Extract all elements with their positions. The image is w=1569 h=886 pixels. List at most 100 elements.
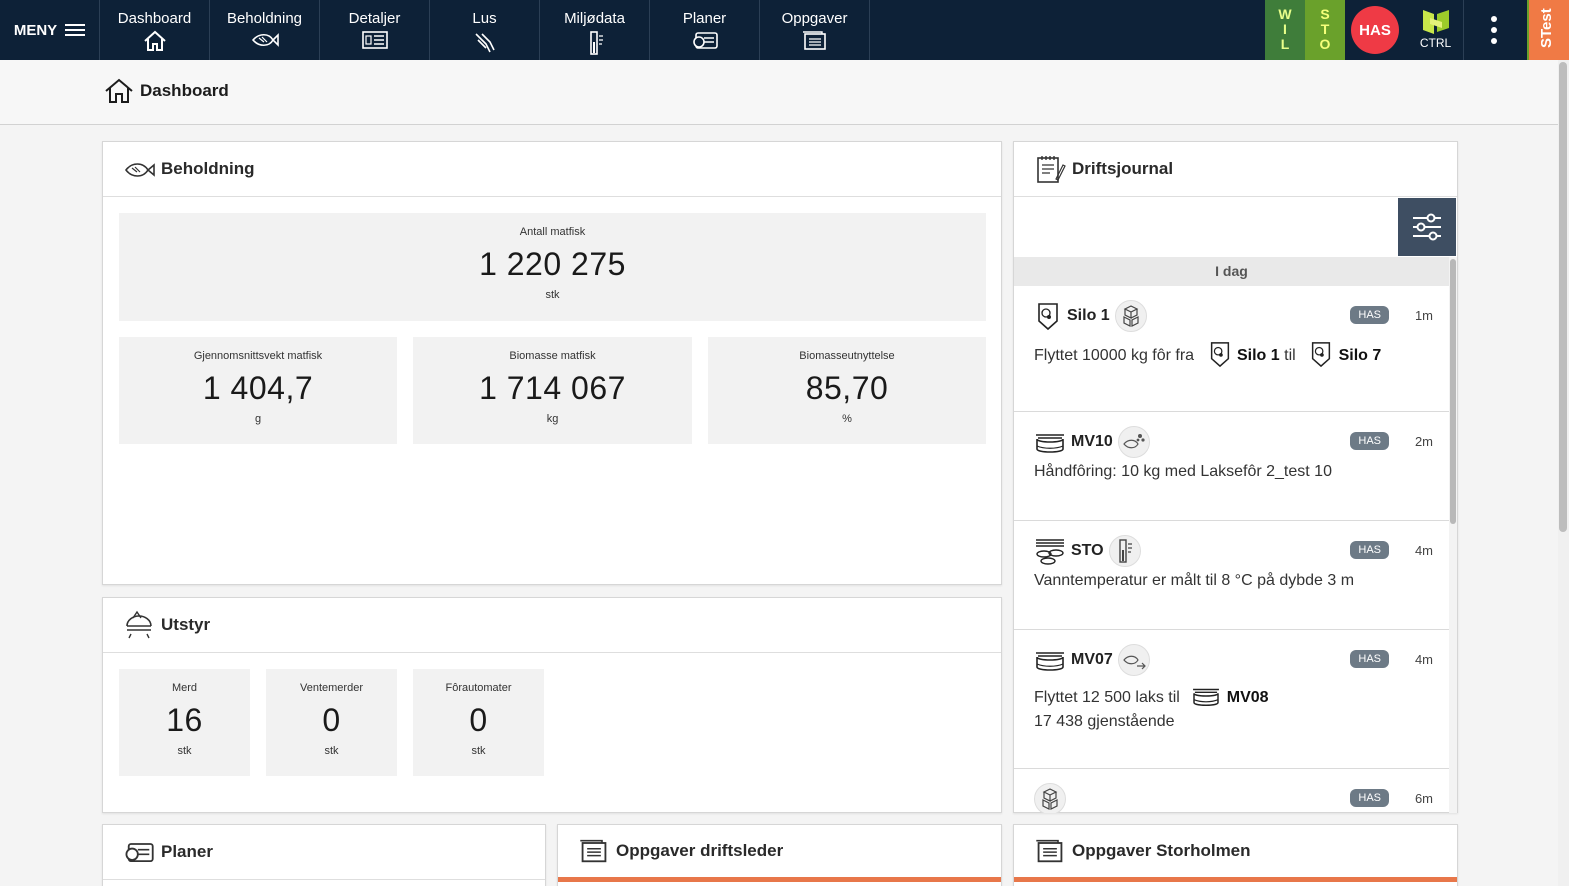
antall-matfisk-tile: Antall matfisk 1 220 275 stk: [119, 213, 986, 321]
journal-entry-user: HAS: [1350, 306, 1389, 324]
site-tag-wil-letter: I: [1283, 21, 1287, 37]
journal-entry[interactable]: Silo 1 HAS 1m Flyttet 10000 kg fôr fra S…: [1014, 286, 1449, 412]
tile-value: 0: [469, 702, 488, 738]
site-tag-sto-letter: T: [1320, 21, 1330, 37]
breadcrumb[interactable]: Dashboard: [104, 78, 229, 104]
journal-day-header: I dag: [1014, 257, 1449, 286]
menu-label: MENY: [13, 21, 58, 39]
journal-entry-time: 6m: [1414, 791, 1433, 806]
equipment-icon: [126, 610, 152, 639]
nav-detaljer-label: Detaljer: [348, 10, 401, 27]
nav-planer[interactable]: Planer: [650, 0, 760, 60]
feeding-icon: [1117, 426, 1150, 458]
journal-entry-user: HAS: [1350, 432, 1389, 450]
utstyr-card: Utstyr Merd 16 stk Ventemerder 0 stk Fôr…: [102, 597, 1002, 813]
tile-value: 1 404,7: [202, 370, 314, 406]
site-tag-wil[interactable]: W I L: [1265, 0, 1305, 60]
nav-miljodata[interactable]: Miljødata: [540, 0, 650, 60]
ctrl-button[interactable]: CTRL: [1408, 0, 1464, 60]
journal-entry-unit: MV10: [1071, 433, 1113, 450]
fish-icon: [124, 163, 155, 177]
plans-icon: [125, 843, 154, 863]
journal-entry-to: MV08: [1226, 689, 1269, 706]
nav-oppgaver[interactable]: Oppgaver: [760, 0, 870, 60]
menu-button[interactable]: MENY: [0, 0, 100, 60]
journal-entry-body: Håndfôring: 10 kg med Laksefôr 2_test 10: [1034, 460, 1431, 484]
oppgaver-driftsleder-card: Oppgaver driftsleder: [557, 824, 1002, 886]
tile-unit: g: [254, 413, 262, 425]
site-pens-icon: [1036, 539, 1064, 565]
feed-pellets-icon: [1034, 783, 1066, 813]
tile-label: Antall matfisk: [519, 226, 586, 238]
journal-entry[interactable]: STO HAS 4m Vanntemperatur er målt til 8 …: [1014, 521, 1449, 630]
journal-entry-unit: Silo 1: [1067, 307, 1110, 324]
journal-filter-button[interactable]: [1398, 198, 1456, 256]
ctrl-logo-icon: [1422, 10, 1449, 34]
details-card-icon: [361, 31, 388, 49]
tile-value: 1 714 067: [479, 370, 626, 406]
nav-lus-label: Lus: [472, 10, 497, 27]
site-tag-sto[interactable]: S T O: [1305, 0, 1345, 60]
journal-entry-time: 4m: [1414, 652, 1433, 667]
site-tag-sto-letter: O: [1319, 36, 1331, 52]
tile-label: Fôrautomater: [445, 682, 512, 694]
user-avatar[interactable]: HAS: [1351, 6, 1399, 54]
journal-entry-body: Flyttet 10000 kg fôr fra Silo 1 til Silo…: [1034, 340, 1431, 368]
journal-entry[interactable]: MV10 HAS 2m Håndfôring: 10 kg med Laksef…: [1014, 412, 1449, 521]
tile-value: 1 220 275: [479, 246, 626, 282]
journal-entry-text: Håndfôring: 10 kg med Laksefôr 2_test 10: [1034, 463, 1332, 480]
tile-label: Ventemerder: [300, 682, 363, 694]
tile-label: Biomasse matfisk: [509, 350, 596, 362]
tile-label: Gjennomsnittsvekt matfisk: [193, 350, 323, 362]
utstyr-title: Utstyr: [161, 615, 211, 634]
journal-entry-header: Silo 1 HAS 1m: [1034, 300, 1433, 332]
tile-value: 85,70: [805, 370, 889, 406]
more-options-icon[interactable]: [1476, 0, 1512, 60]
nav-lus[interactable]: Lus: [430, 0, 540, 60]
journal-entry-text: Flyttet 12 500 laks til: [1034, 689, 1180, 706]
journal-entry-user: HAS: [1350, 789, 1389, 807]
journal-entry[interactable]: HAS 6m: [1014, 769, 1449, 813]
oppgaver-storholmen-title: Oppgaver Storholmen: [1072, 841, 1251, 860]
nav-planer-label: Planer: [682, 10, 727, 27]
lice-icon: [474, 33, 495, 53]
journal-entry-text: 17 438 gjenstående: [1034, 713, 1175, 730]
environment-label: STest: [1538, 8, 1555, 48]
nav-dashboard[interactable]: Dashboard: [100, 0, 210, 60]
fish-move-icon: [1117, 644, 1150, 676]
nav-detaljer[interactable]: Detaljer: [320, 0, 430, 60]
page-scrollbar[interactable]: [1558, 60, 1569, 886]
biomasse-tile: Biomasse matfisk 1 714 067 kg: [413, 337, 692, 444]
silo-icon: [1210, 342, 1229, 368]
tasks-icon: [1036, 839, 1063, 863]
journal-entry-unit: MV07: [1071, 651, 1113, 668]
driftsjournal-card-header: Driftsjournal: [1014, 142, 1457, 197]
oppgaver-storholmen-card: Oppgaver Storholmen: [1013, 824, 1458, 886]
journal-scrollbar-thumb[interactable]: [1450, 259, 1456, 524]
planer-card: Planer: [102, 824, 546, 886]
tasks-icon: [802, 31, 826, 50]
journal-scrollbar[interactable]: [1449, 257, 1457, 813]
planer-title: Planer: [161, 842, 213, 861]
tile-unit: kg: [546, 413, 559, 425]
plans-icon: [692, 32, 718, 49]
tile-unit: stk: [471, 745, 486, 757]
site-tag-wil-letter: L: [1280, 36, 1290, 52]
page-scrollbar-thumb[interactable]: [1559, 62, 1567, 532]
journal-entry-user: HAS: [1350, 541, 1389, 559]
tile-value: 0: [322, 702, 341, 738]
silo-icon: [1038, 303, 1058, 331]
journal-entry[interactable]: MV07 HAS 4m Flyttet 12 500 laks til MV08…: [1014, 630, 1449, 769]
nav-oppgaver-label: Oppgaver: [781, 10, 848, 27]
tile-unit: stk: [545, 289, 560, 301]
thermometer-icon: [589, 31, 603, 55]
tile-unit: %: [842, 413, 852, 425]
journal-entry-time: 1m: [1414, 308, 1433, 323]
nav-beholdning[interactable]: Beholdning: [210, 0, 320, 60]
forautomater-tile: Fôrautomater 0 stk: [413, 669, 544, 776]
environment-tag[interactable]: STest: [1527, 0, 1569, 60]
journal-entry-header: MV07 HAS 4m: [1034, 644, 1433, 676]
tile-unit: stk: [324, 745, 339, 757]
accent-line: [558, 877, 1001, 882]
site-tag-wil-letter: W: [1278, 6, 1292, 22]
